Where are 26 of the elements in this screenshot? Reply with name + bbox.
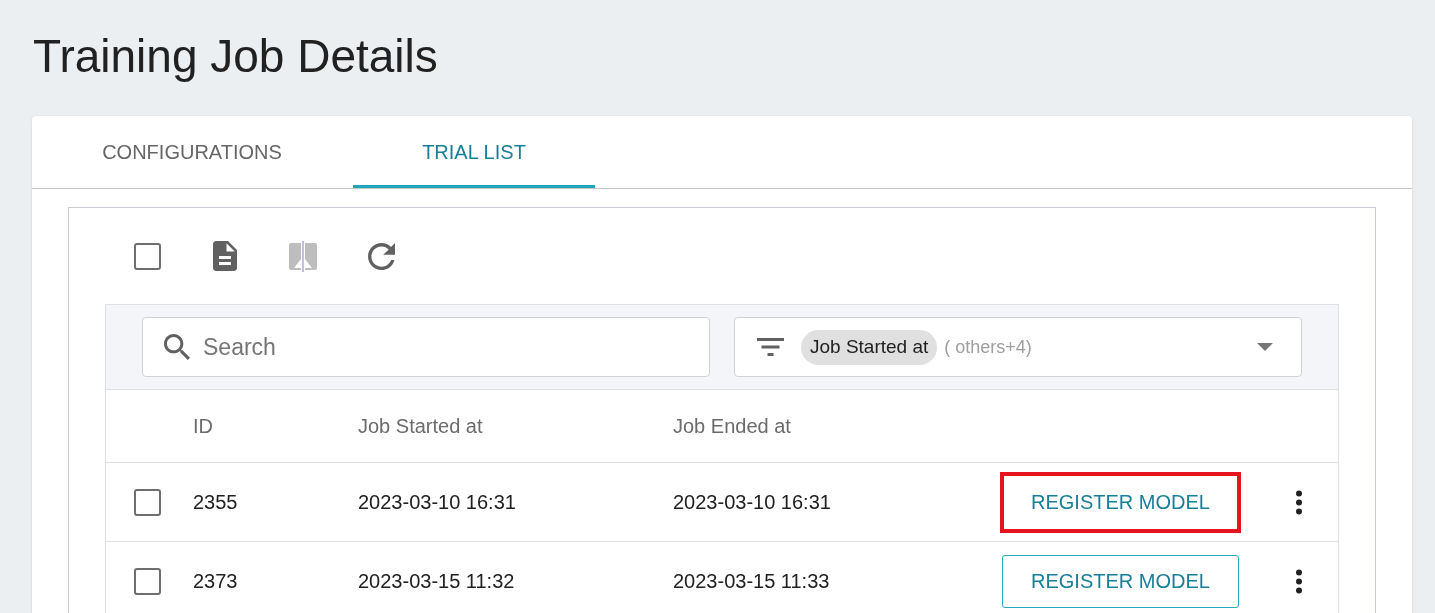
end-time-cell: 2023-03-10 16:31 <box>673 491 831 513</box>
more-icon <box>1296 568 1302 594</box>
start-time-cell: 2023-03-15 11:32 <box>358 570 515 592</box>
filter-chip: Job Started at <box>801 329 938 365</box>
search-field[interactable]: Search <box>142 317 710 377</box>
row-checkbox[interactable] <box>134 567 161 595</box>
id-cell: 2373 <box>193 570 238 592</box>
tab[interactable]: TRIAL LIST <box>353 116 595 188</box>
select-all-checkbox[interactable] <box>133 242 161 270</box>
caret-icon <box>1257 343 1273 351</box>
page-title: Training Job Details <box>33 29 438 84</box>
more-filters-count: ( others+4) <box>944 335 1032 359</box>
end-time-cell: 2023-03-15 11:33 <box>673 570 830 592</box>
row-checkbox[interactable] <box>134 488 161 516</box>
column-header: Job Ended at <box>673 415 791 437</box>
column-header: ID <box>193 415 213 437</box>
start-time-cell: 2023-03-10 16:31 <box>358 491 516 513</box>
filter-icon <box>757 338 784 356</box>
column-header: Job Started at <box>358 415 483 437</box>
search-icon <box>164 334 190 360</box>
tab[interactable]: CONFIGURATIONS <box>71 116 313 188</box>
register-model-button[interactable]: REGISTER MODEL <box>1000 471 1241 533</box>
id-cell: 2355 <box>193 491 238 513</box>
column-filter-select[interactable]: Job Started at ( others+4) <box>734 317 1302 377</box>
register-model-button[interactable]: REGISTER MODEL <box>1002 554 1239 608</box>
more-icon <box>1296 489 1302 515</box>
